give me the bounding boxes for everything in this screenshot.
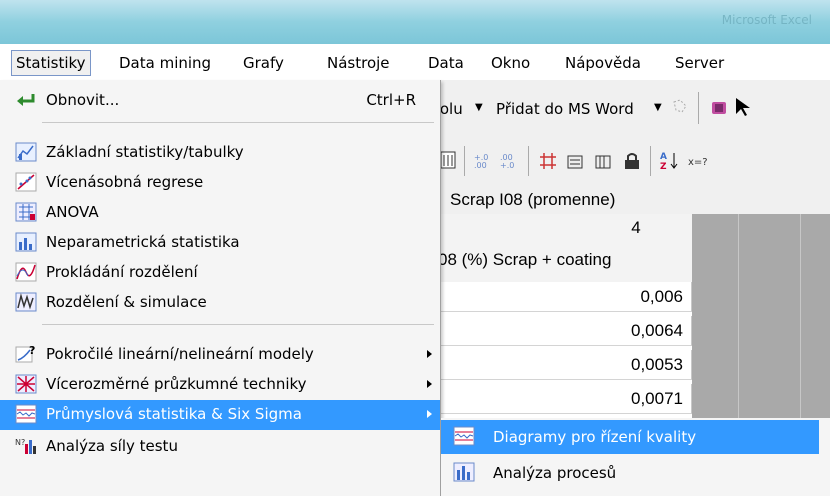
regression-icon xyxy=(15,172,37,192)
menu-data[interactable]: Data xyxy=(425,52,467,74)
svg-text:N?: N? xyxy=(15,438,25,447)
menu-bar: Data mining Grafy Nástroje Data Okno Náp… xyxy=(0,44,830,81)
menu-item-label: Analýza procesů xyxy=(493,464,617,482)
cases-icon[interactable] xyxy=(566,151,586,171)
svg-text:x=?: x=? xyxy=(688,157,708,168)
menu-item-label: Prokládání rozdělení xyxy=(46,263,198,281)
menu-item-distributions-simulation[interactable]: Rozdělení & simulace xyxy=(0,288,440,316)
menu-item-label: Pokročilé lineární/nelineární modely xyxy=(46,345,314,363)
menu-item-advanced-models[interactable]: ? Pokročilé lineární/nelineární modely xyxy=(0,340,440,368)
book-icon[interactable] xyxy=(710,98,730,118)
column-name: 08 (%) Scrap + coating xyxy=(438,250,612,269)
toolbar-row-2: +.0.00 .00 +.0 AZ x=? xyxy=(430,138,830,185)
menu-item-label: Analýza síly testu xyxy=(46,437,178,455)
menu-item-power-analysis[interactable]: N? Analýza síly testu xyxy=(0,432,440,460)
process-analysis-icon xyxy=(453,462,475,482)
dropdown-arrow-icon[interactable]: ▼ xyxy=(654,102,662,113)
variables-icon[interactable] xyxy=(594,151,614,171)
submenu-item-process-analysis[interactable]: Analýza procesů xyxy=(441,456,819,490)
submenu-arrow-icon xyxy=(427,380,432,388)
table-cell[interactable]: 0,0064 xyxy=(430,316,692,346)
split-columns-icon[interactable] xyxy=(538,151,558,171)
select-cases-icon[interactable]: x=? xyxy=(688,151,708,171)
menu-item-industrial-six-sigma[interactable]: Průmyslová statistika & Six Sigma xyxy=(0,400,440,430)
menu-item-shortcut: Ctrl+R xyxy=(366,91,416,109)
menu-item-label: Rozdělení & simulace xyxy=(46,293,207,311)
dropdown-arrow-icon[interactable]: ▼ xyxy=(475,102,483,113)
column-number: 4 xyxy=(631,218,641,237)
increase-decimal-icon[interactable]: +.0.00 xyxy=(474,151,494,171)
submenu-arrow-icon xyxy=(427,350,432,358)
menu-item-label: Vícenásobná regrese xyxy=(46,173,204,191)
power-analysis-icon: N? xyxy=(15,438,36,454)
svg-text:+.0: +.0 xyxy=(500,161,514,170)
menu-item-regression[interactable]: Vícenásobná regrese xyxy=(0,168,440,196)
table-cell[interactable]: 0,0053 xyxy=(430,350,692,380)
menu-item-nonparametric[interactable]: Neparametrická statistika xyxy=(0,228,440,256)
menu-separator xyxy=(42,122,434,123)
menu-item-label: Průmyslová statistika & Six Sigma xyxy=(46,405,302,423)
toolbar-row-1: tolu ▼ Přidat do MS Word ▼ xyxy=(430,80,830,139)
quality-control-chart-icon xyxy=(453,426,475,446)
anova-icon xyxy=(15,202,37,222)
sheet-header: Scrap I08 (promenne) xyxy=(430,184,830,215)
menu-grafy[interactable]: Grafy xyxy=(240,52,287,74)
refresh-arrow-icon xyxy=(17,94,35,106)
menu-separator xyxy=(42,324,434,325)
menu-item-distribution-fitting[interactable]: Prokládání rozdělení xyxy=(0,258,440,286)
sort-ascending-icon[interactable]: AZ xyxy=(660,150,680,170)
nonparametric-icon xyxy=(15,232,37,252)
simulation-icon xyxy=(15,292,37,312)
svg-text:?: ? xyxy=(29,344,35,357)
distribution-fitting-icon xyxy=(15,262,37,282)
menu-nastroje[interactable]: Nástroje xyxy=(324,52,393,74)
table-cell[interactable]: 0,0071 xyxy=(430,384,692,414)
advanced-models-icon: ? xyxy=(15,344,35,363)
submenu-item-quality-control-charts[interactable]: Diagramy pro řízení kvality xyxy=(441,420,819,454)
title-bar: Microsoft Excel xyxy=(0,0,830,44)
menu-item-label: Základní statistiky/tabulky xyxy=(46,143,244,161)
six-sigma-submenu: Diagramy pro řízení kvality Analýza proc… xyxy=(440,418,830,496)
menu-item-basic-stats[interactable]: Základní statistiky/tabulky xyxy=(0,138,440,166)
industrial-stats-icon xyxy=(15,404,37,424)
menu-item-label: Diagramy pro řízení kvality xyxy=(493,428,697,446)
svg-text:Z: Z xyxy=(660,162,667,170)
multivariate-icon xyxy=(15,374,37,394)
menu-data-mining[interactable]: Data mining xyxy=(116,52,214,74)
menu-statistiky-open[interactable]: Statistiky xyxy=(11,50,91,76)
menu-item-label: Obnovit... xyxy=(46,91,120,109)
pointer-help-icon[interactable] xyxy=(734,96,754,116)
menu-napoveda[interactable]: Nápověda xyxy=(562,52,644,74)
statistiky-dropdown: Obnovit... Ctrl+R Základní statistiky/ta… xyxy=(0,80,441,496)
menu-server[interactable]: Server xyxy=(672,52,727,74)
basic-stats-icon xyxy=(15,142,37,162)
grid-icon[interactable] xyxy=(440,151,460,171)
cursor-dots-icon[interactable] xyxy=(670,98,690,118)
menu-item-label: ANOVA xyxy=(46,203,99,221)
svg-text:.00: .00 xyxy=(474,161,487,170)
menu-item-label: Vícerozměrné průzkumné techniky xyxy=(46,375,307,393)
decrease-decimal-icon[interactable]: .00+.0 xyxy=(500,151,520,171)
submenu-arrow-icon xyxy=(427,410,432,418)
window-title: Microsoft Excel xyxy=(721,13,812,27)
menu-item-refresh[interactable]: Obnovit... Ctrl+R xyxy=(0,86,440,114)
svg-text:A: A xyxy=(660,152,667,162)
menu-item-label: Neparametrická statistika xyxy=(46,233,240,251)
menu-okno[interactable]: Okno xyxy=(488,52,533,74)
lock-icon[interactable] xyxy=(622,151,642,171)
column-header[interactable]: 4 08 (%) Scrap + coating xyxy=(430,214,693,283)
sheet-title: Scrap I08 (promenne) xyxy=(450,190,616,209)
add-to-word-button[interactable]: Přidat do MS Word xyxy=(496,100,634,118)
menu-item-anova[interactable]: ANOVA xyxy=(0,198,440,226)
table-cell[interactable]: 0,006 xyxy=(430,282,692,312)
menu-item-multivariate[interactable]: Vícerozměrné průzkumné techniky xyxy=(0,370,440,398)
